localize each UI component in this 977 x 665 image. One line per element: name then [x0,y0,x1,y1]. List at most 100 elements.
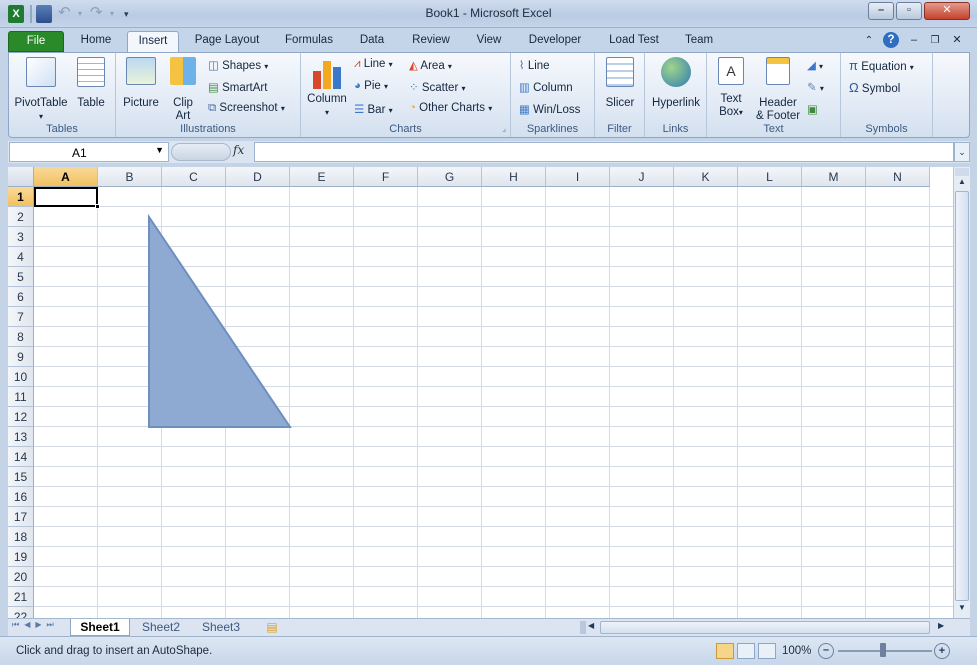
row-header-3[interactable]: 3 [8,227,34,247]
row-header-9[interactable]: 9 [8,347,34,367]
clipart-button[interactable]: Clip Art [166,57,200,123]
maximize-button[interactable]: ▫ [896,2,922,20]
select-all-button[interactable] [8,167,34,187]
column-header-e[interactable]: E [290,167,354,187]
row-header-2[interactable]: 2 [8,207,34,227]
tab-formulas[interactable]: Formulas [276,31,342,52]
sparkline-line-button[interactable]: ⌇ Line [519,58,550,72]
scroll-thumb[interactable] [955,191,969,601]
pie-chart-button[interactable]: ◕ Pie ▾ [354,80,388,92]
vertical-scrollbar[interactable]: ▲ ▼ [953,167,970,618]
row-header-12[interactable]: 12 [8,407,34,427]
fill-handle[interactable] [95,204,100,209]
column-header-l[interactable]: L [738,167,802,187]
row-header-1[interactable]: 1 [8,187,34,207]
column-header-m[interactable]: M [802,167,866,187]
minimize-workbook-icon[interactable]: – [908,31,920,52]
sheet-nav-icons[interactable]: ⏮◀▶⏭ [12,620,59,630]
screenshot-button[interactable]: ⧉ Screenshot ▾ [208,102,285,115]
column-header-c[interactable]: C [162,167,226,187]
textbox-button[interactable]: A Text Box▾ [711,57,751,119]
tab-home[interactable]: Home [70,31,122,52]
row-header-17[interactable]: 17 [8,507,34,527]
sparkline-winloss-button[interactable]: ▦ Win/Loss [519,102,580,116]
formula-input[interactable] [254,142,954,162]
tab-view[interactable]: View [467,31,511,52]
row-header-6[interactable]: 6 [8,287,34,307]
row-header-22[interactable]: 22 [8,607,34,618]
tab-insert[interactable]: Insert [127,31,179,52]
wordart-icon[interactable]: ◢ ▾ [807,58,823,72]
scroll-up-icon[interactable]: ▲ [955,177,969,189]
slicer-button[interactable]: Slicer [599,57,641,110]
zoom-out-icon[interactable]: – [818,643,834,659]
row-header-19[interactable]: 19 [8,547,34,567]
close-button[interactable]: ✕ [924,2,970,20]
column-header-b[interactable]: B [98,167,162,187]
equation-button[interactable]: π Equation ▾ [849,58,914,73]
scroll-right-icon[interactable]: ▶ [938,621,948,630]
close-workbook-icon[interactable]: ✕ [950,31,964,52]
column-header-h[interactable]: H [482,167,546,187]
restore-workbook-icon[interactable]: ❐ [928,31,942,52]
help-icon[interactable]: ? [883,32,899,48]
column-header-i[interactable]: I [546,167,610,187]
row-header-18[interactable]: 18 [8,527,34,547]
row-header-8[interactable]: 8 [8,327,34,347]
row-header-7[interactable]: 7 [8,307,34,327]
zoom-slider-thumb[interactable] [880,643,886,657]
row-header-15[interactable]: 15 [8,467,34,487]
header-footer-button[interactable]: Header & Footer [753,57,803,123]
area-chart-button[interactable]: ◭ Area ▾ [409,58,452,72]
column-header-k[interactable]: K [674,167,738,187]
tab-page-layout[interactable]: Page Layout [186,31,268,52]
pivottable-button[interactable]: PivotTable ▾ [13,57,69,123]
smartart-button[interactable]: ▤ SmartArt [208,80,267,94]
sheet-tab-2[interactable]: Sheet2 [132,619,190,636]
other-charts-button[interactable]: ◔ Other Charts ▾ [409,102,492,114]
bar-chart-button[interactable]: ☰ Bar ▾ [354,102,393,116]
hyperlink-button[interactable]: Hyperlink [648,57,704,110]
symbol-button[interactable]: Ω Symbol [849,80,900,95]
dialog-launcher-icon[interactable]: ⌟ [502,124,506,133]
split-box[interactable] [955,168,969,176]
zoom-in-icon[interactable]: + [934,643,950,659]
row-header-5[interactable]: 5 [8,267,34,287]
scatter-chart-button[interactable]: ⁘ Scatter ▾ [409,80,466,94]
column-header-a[interactable]: A [34,167,98,187]
row-header-14[interactable]: 14 [8,447,34,467]
object-icon[interactable]: ▣ [807,102,818,116]
row-header-20[interactable]: 20 [8,567,34,587]
column-header-d[interactable]: D [226,167,290,187]
column-header-f[interactable]: F [354,167,418,187]
zoom-level[interactable]: 100% [782,645,811,657]
worksheet-grid[interactable]: ABCDEFGHIJKLMN 1 2 3 4 5 6 7 8 9 10 11 12 13 14 15 16 17… [8,167,953,618]
minimize-ribbon-icon[interactable]: ⌃ [862,31,876,52]
signature-line-icon[interactable]: ✎ ▾ [807,80,824,94]
row-header-10[interactable]: 10 [8,367,34,387]
page-break-view-icon[interactable] [758,643,776,659]
tab-load-test[interactable]: Load Test [600,31,668,52]
expand-formula-bar-icon[interactable]: ⌄ [954,142,970,162]
column-header-j[interactable]: J [610,167,674,187]
row-header-16[interactable]: 16 [8,487,34,507]
tab-developer[interactable]: Developer [518,31,592,52]
column-header-n[interactable]: N [866,167,930,187]
scroll-down-icon[interactable]: ▼ [955,603,969,615]
name-box[interactable]: A1 ▼ [9,142,169,162]
column-header-g[interactable]: G [418,167,482,187]
row-header-13[interactable]: 13 [8,427,34,447]
normal-view-icon[interactable] [716,643,734,659]
sheet-tab-1[interactable]: Sheet1 [70,619,130,636]
row-header-11[interactable]: 11 [8,387,34,407]
table-button[interactable]: Table [71,57,111,110]
row-header-21[interactable]: 21 [8,587,34,607]
picture-button[interactable]: Picture [120,57,162,110]
shapes-button[interactable]: ◫ Shapes ▾ [208,58,268,72]
scroll-left-icon[interactable]: ◀ [588,621,598,630]
tab-split-handle[interactable] [580,621,586,634]
insert-sheet-icon[interactable]: ▤ [254,619,290,636]
insert-function-icon[interactable]: fx [233,143,244,157]
sparkline-column-button[interactable]: ▥ Column [519,80,573,94]
tab-review[interactable]: Review [403,31,459,52]
